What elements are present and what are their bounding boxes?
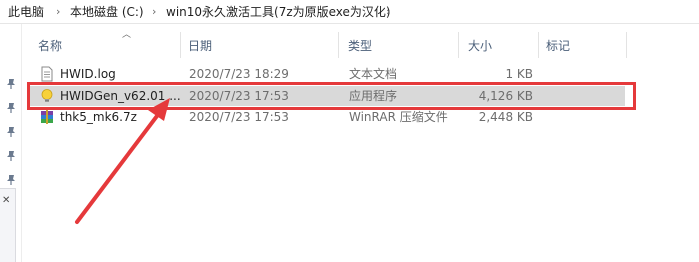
- file-name: thk5_mk6.7z: [60, 110, 137, 124]
- chevron-right-icon[interactable]: ›: [56, 4, 60, 20]
- file-explorer-window: 此电脑 › 本地磁盘 (C:) › win10永久激活工具(7z为原版exe为汉…: [0, 0, 699, 262]
- breadcrumb-item-this-pc[interactable]: 此电脑: [8, 4, 44, 20]
- file-type: 文本文档: [349, 67, 398, 81]
- column-divider[interactable]: [538, 32, 539, 58]
- pin-icon[interactable]: [5, 174, 17, 186]
- file-size: 2,448 KB: [478, 110, 533, 124]
- winrar-archive-icon: [41, 110, 53, 124]
- file-size: 1 KB: [505, 67, 533, 81]
- file-row[interactable]: HWID.log 2020/7/23 18:29 文本文档 1 KB: [27, 64, 625, 84]
- file-date: 2020/7/23 17:53: [189, 110, 289, 124]
- file-date: 2020/7/23 18:29: [189, 67, 289, 81]
- pin-icon[interactable]: [5, 102, 17, 114]
- file-row-selected[interactable]: HWIDGen_v62.01 ... 2020/7/23 17:53 应用程序 …: [27, 86, 625, 106]
- column-header-tags[interactable]: 标记: [546, 38, 570, 54]
- pin-icon[interactable]: [5, 150, 17, 162]
- column-header-size[interactable]: 大小: [468, 38, 492, 54]
- column-divider[interactable]: [180, 32, 181, 58]
- pin-icon[interactable]: [5, 126, 17, 138]
- breadcrumb: 此电脑 › 本地磁盘 (C:) › win10永久激活工具(7z为原版exe为汉…: [0, 0, 699, 24]
- file-row[interactable]: thk5_mk6.7z 2020/7/23 17:53 WinRAR 压缩文件 …: [27, 107, 625, 127]
- column-header: ︿ 名称 日期 类型 大小 标记: [22, 24, 699, 60]
- close-icon[interactable]: ✕: [2, 195, 10, 206]
- pin-icon[interactable]: [5, 78, 17, 90]
- side-panel: ✕: [0, 188, 16, 262]
- chevron-right-icon[interactable]: ›: [386, 4, 390, 20]
- column-divider[interactable]: [458, 32, 459, 58]
- column-header-date[interactable]: 日期: [188, 38, 212, 54]
- file-date: 2020/7/23 17:53: [189, 89, 289, 103]
- file-type: 应用程序: [349, 89, 398, 103]
- column-header-type[interactable]: 类型: [348, 38, 372, 54]
- column-divider[interactable]: [338, 32, 339, 58]
- file-name: HWIDGen_v62.01 ...: [60, 89, 181, 103]
- sort-ascending-icon: ︿: [122, 30, 132, 40]
- column-header-name[interactable]: 名称: [38, 38, 62, 54]
- file-name: HWID.log: [60, 67, 116, 81]
- breadcrumb-item-local-disk[interactable]: 本地磁盘 (C:): [70, 4, 144, 20]
- text-file-icon: [41, 66, 53, 82]
- column-divider[interactable]: [626, 32, 627, 58]
- chevron-right-icon[interactable]: ›: [152, 4, 156, 20]
- file-type: WinRAR 压缩文件: [349, 110, 448, 124]
- file-size: 4,126 KB: [478, 89, 533, 103]
- lightbulb-app-icon: [41, 89, 53, 102]
- breadcrumb-item-current-folder[interactable]: win10永久激活工具(7z为原版exe为汉化): [166, 4, 391, 20]
